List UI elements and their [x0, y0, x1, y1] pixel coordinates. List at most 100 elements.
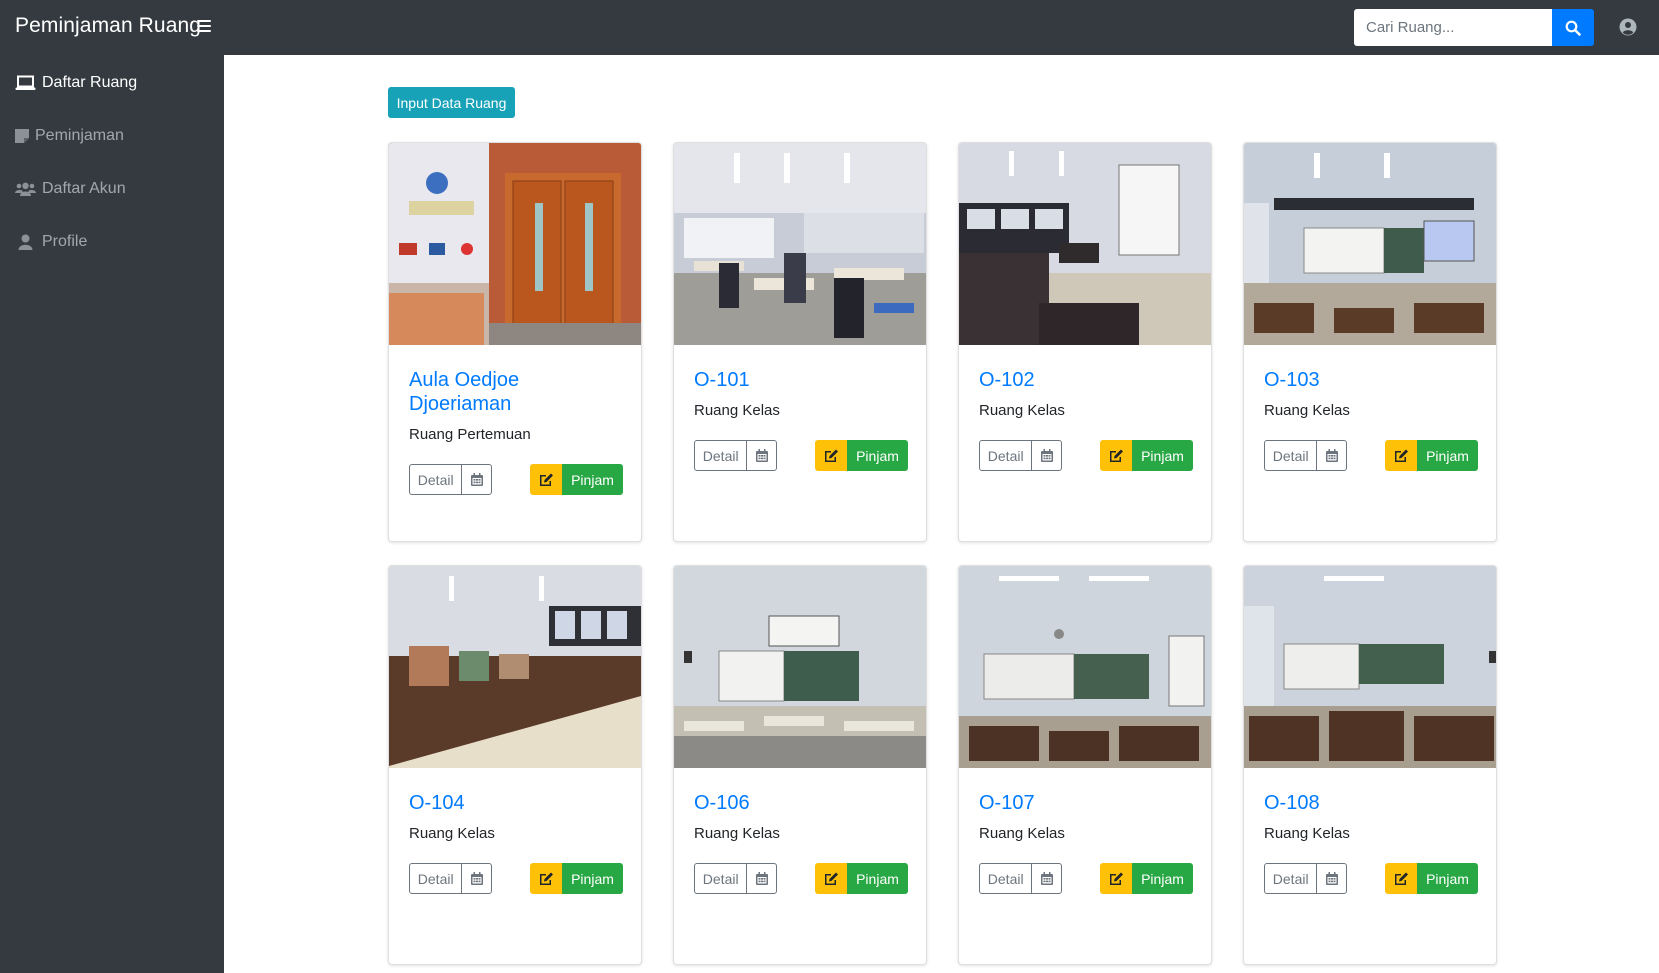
sidebar-item-label: Profile: [42, 233, 88, 250]
edit-icon: [1394, 449, 1408, 462]
room-card: O-103 Ruang Kelas Detail Pinjam: [1243, 142, 1497, 542]
pinjam-button[interactable]: Pinjam: [1132, 863, 1193, 894]
edit-icon: [539, 872, 553, 885]
edit-button[interactable]: [1385, 863, 1417, 894]
laptop-icon: [15, 75, 36, 90]
calendar-icon: [1040, 449, 1053, 462]
detail-button[interactable]: Detail: [1265, 441, 1318, 470]
calendar-icon: [755, 872, 768, 885]
room-card: O-104 Ruang Kelas Detail Pinjam: [388, 565, 642, 965]
calendar-icon: [470, 473, 483, 486]
detail-button-group: Detail: [409, 464, 492, 495]
calendar-icon: [1040, 872, 1053, 885]
sidebar-item-daftar-ruang[interactable]: Daftar Ruang: [0, 63, 224, 103]
edit-button[interactable]: [1100, 863, 1132, 894]
pinjam-button-group: Pinjam: [815, 863, 908, 894]
room-card: O-107 Ruang Kelas Detail Pinjam: [958, 565, 1212, 965]
pinjam-button[interactable]: Pinjam: [1417, 440, 1478, 471]
detail-button[interactable]: Detail: [695, 864, 748, 893]
pinjam-button[interactable]: Pinjam: [847, 863, 908, 894]
edit-icon: [824, 872, 838, 885]
detail-button[interactable]: Detail: [695, 441, 748, 470]
room-type: Ruang Pertemuan: [409, 426, 531, 443]
room-card: O-108 Ruang Kelas Detail Pinjam: [1243, 565, 1497, 965]
sidebar-item-profile[interactable]: Profile: [0, 222, 224, 262]
pinjam-button[interactable]: Pinjam: [1417, 863, 1478, 894]
calendar-button[interactable]: [1317, 441, 1346, 470]
user-icon: [18, 234, 33, 250]
room-photo[interactable]: [674, 143, 926, 345]
sidebar-item-label: Daftar Ruang: [42, 74, 138, 91]
calendar-button[interactable]: [747, 441, 776, 470]
calendar-icon: [470, 872, 483, 885]
edit-icon: [539, 473, 553, 486]
room-photo[interactable]: [389, 566, 641, 768]
detail-button[interactable]: Detail: [410, 864, 463, 893]
sidebar-item-peminjaman[interactable]: Peminjaman: [0, 116, 224, 156]
edit-button[interactable]: [530, 863, 562, 894]
edit-button[interactable]: [530, 464, 562, 495]
detail-button[interactable]: Detail: [980, 441, 1033, 470]
room-card: Aula Oedjoe Djoeriaman Ruang Pertemuan D…: [388, 142, 642, 542]
search-icon: [1565, 20, 1581, 36]
detail-button[interactable]: Detail: [410, 465, 463, 494]
room-type: Ruang Kelas: [694, 402, 780, 419]
room-type: Ruang Kelas: [979, 402, 1065, 419]
calendar-button[interactable]: [462, 465, 491, 494]
pinjam-button[interactable]: Pinjam: [1132, 440, 1193, 471]
sticky-note-icon: [15, 129, 29, 143]
calendar-icon: [1325, 449, 1338, 462]
pinjam-button-group: Pinjam: [1385, 863, 1478, 894]
room-photo[interactable]: [959, 566, 1211, 768]
pinjam-button[interactable]: Pinjam: [562, 464, 623, 495]
hamburger-menu-icon[interactable]: [197, 20, 211, 33]
pinjam-button-group: Pinjam: [1100, 863, 1193, 894]
detail-button-group: Detail: [694, 863, 777, 894]
edit-button[interactable]: [815, 863, 847, 894]
room-name-link[interactable]: O-101: [694, 368, 909, 392]
calendar-icon: [1325, 872, 1338, 885]
calendar-button[interactable]: [1317, 864, 1346, 893]
room-type: Ruang Kelas: [979, 825, 1065, 842]
search-input[interactable]: [1354, 9, 1552, 46]
sidebar-item-label: Peminjaman: [35, 127, 124, 144]
calendar-button[interactable]: [1032, 864, 1061, 893]
edit-icon: [1109, 872, 1123, 885]
room-name-link[interactable]: O-102: [979, 368, 1194, 392]
edit-button[interactable]: [1385, 440, 1417, 471]
room-photo[interactable]: [389, 143, 641, 345]
room-name-link[interactable]: O-104: [409, 791, 624, 815]
calendar-button[interactable]: [462, 864, 491, 893]
pinjam-button-group: Pinjam: [1100, 440, 1193, 471]
room-photo[interactable]: [1244, 566, 1496, 768]
user-circle-icon[interactable]: [1619, 18, 1637, 36]
pinjam-button[interactable]: Pinjam: [562, 863, 623, 894]
detail-button[interactable]: Detail: [980, 864, 1033, 893]
room-name-link[interactable]: O-107: [979, 791, 1194, 815]
sidebar-item-daftar-akun[interactable]: Daftar Akun: [0, 169, 224, 209]
room-name-link[interactable]: O-106: [694, 791, 909, 815]
pinjam-button-group: Pinjam: [530, 464, 623, 495]
room-name-link[interactable]: O-103: [1264, 368, 1479, 392]
room-photo[interactable]: [674, 566, 926, 768]
edit-button[interactable]: [1100, 440, 1132, 471]
room-photo[interactable]: [1244, 143, 1496, 345]
edit-button[interactable]: [815, 440, 847, 471]
pinjam-button[interactable]: Pinjam: [847, 440, 908, 471]
users-icon: [15, 182, 36, 196]
edit-icon: [1394, 872, 1408, 885]
calendar-button[interactable]: [747, 864, 776, 893]
search-button[interactable]: [1552, 9, 1594, 46]
detail-button[interactable]: Detail: [1265, 864, 1318, 893]
room-photo[interactable]: [959, 143, 1211, 345]
calendar-button[interactable]: [1032, 441, 1061, 470]
input-data-ruang-button[interactable]: Input Data Ruang: [388, 87, 515, 118]
calendar-icon: [755, 449, 768, 462]
detail-button-group: Detail: [694, 440, 777, 471]
detail-button-group: Detail: [1264, 863, 1347, 894]
room-name-link[interactable]: O-108: [1264, 791, 1479, 815]
brand-title[interactable]: Peminjaman Ruang: [15, 14, 201, 38]
sidebar-item-label: Daftar Akun: [42, 180, 126, 197]
room-name-link[interactable]: Aula Oedjoe Djoeriaman: [409, 368, 624, 416]
pinjam-button-group: Pinjam: [530, 863, 623, 894]
